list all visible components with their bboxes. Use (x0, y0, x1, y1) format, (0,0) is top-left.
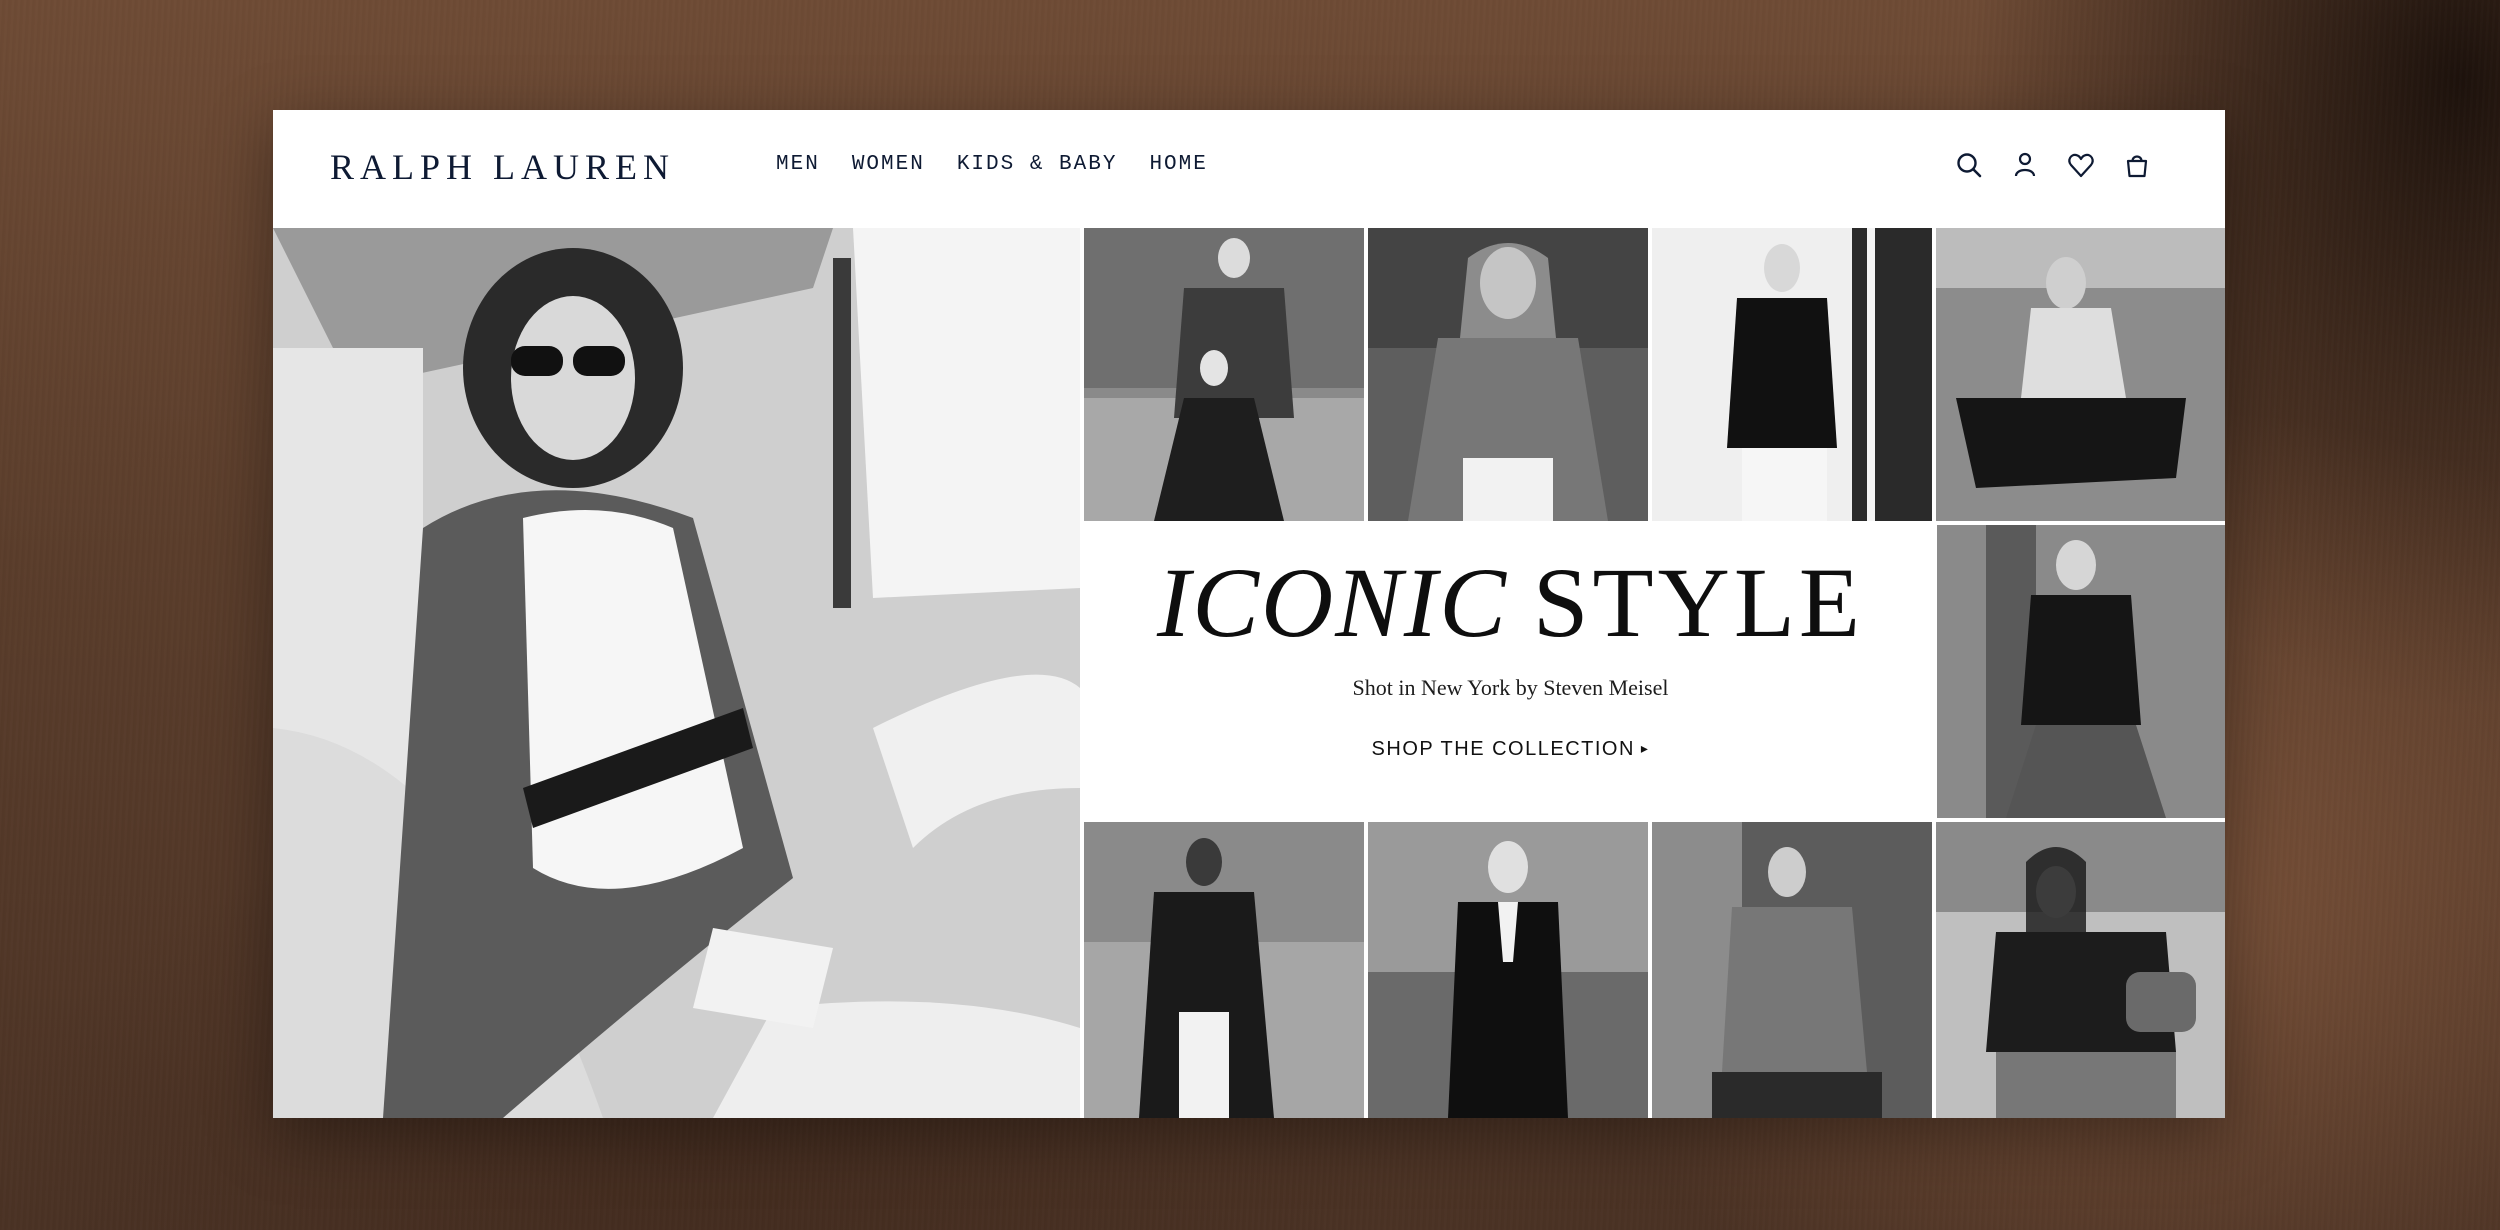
photo-man-military-jacket[interactable] (1936, 525, 2225, 818)
photo-woman-striped-shirt[interactable] (1936, 228, 2225, 521)
search-icon[interactable] (1954, 150, 1984, 180)
brand-logo[interactable]: RALPH LAUREN (330, 146, 675, 188)
photo-woman-field-jacket[interactable] (1652, 822, 1932, 1118)
hero-collage: ICONIC STYLE Shot in New York by Steven … (273, 228, 2225, 1118)
shopping-bag-icon[interactable] (2122, 150, 2152, 180)
headline-regular: STYLE (1532, 547, 1864, 658)
nav-item-home[interactable]: HOME (1149, 153, 1207, 176)
photo-woman-tweed-jacket[interactable] (1368, 228, 1648, 521)
site-header: RALPH LAUREN MEN WOMEN KIDS & BABY HOME (273, 110, 2225, 228)
nav-item-kids-baby[interactable]: KIDS & BABY (957, 153, 1118, 176)
header-utility-icons (1954, 150, 2152, 180)
photo-woman-wicker-chair[interactable] (1936, 822, 2225, 1118)
nav-item-women[interactable]: WOMEN (852, 153, 925, 176)
collection-promo: ICONIC STYLE Shot in New York by Steven … (1084, 525, 1937, 818)
headline-italic: ICONIC (1156, 547, 1508, 658)
collection-headline: ICONIC STYLE (1084, 553, 1937, 653)
nav-item-men[interactable]: MEN (776, 153, 820, 176)
cta-label: SHOP THE COLLECTION (1371, 738, 1635, 760)
photo-couple-seated[interactable] (1084, 228, 1364, 521)
shop-the-collection-link[interactable]: SHOP THE COLLECTION ▸ (1084, 738, 1937, 761)
hero-photo-woman-in-car[interactable] (273, 228, 1080, 1118)
photo-woman-toggle-coat[interactable] (1084, 822, 1364, 1118)
account-icon[interactable] (2010, 150, 2040, 180)
photo-woman-black-blazer[interactable] (1652, 228, 1932, 521)
main-nav: MEN WOMEN KIDS & BABY HOME (776, 153, 1208, 176)
caret-right-icon: ▸ (1640, 740, 1650, 756)
wishlist-heart-icon[interactable] (2066, 150, 2096, 180)
browser-page: RALPH LAUREN MEN WOMEN KIDS & BABY HOME (273, 110, 2225, 1118)
photographer-credit: Shot in New York by Steven Meisel (1352, 675, 1669, 700)
photo-woman-tuxedo[interactable] (1368, 822, 1648, 1118)
